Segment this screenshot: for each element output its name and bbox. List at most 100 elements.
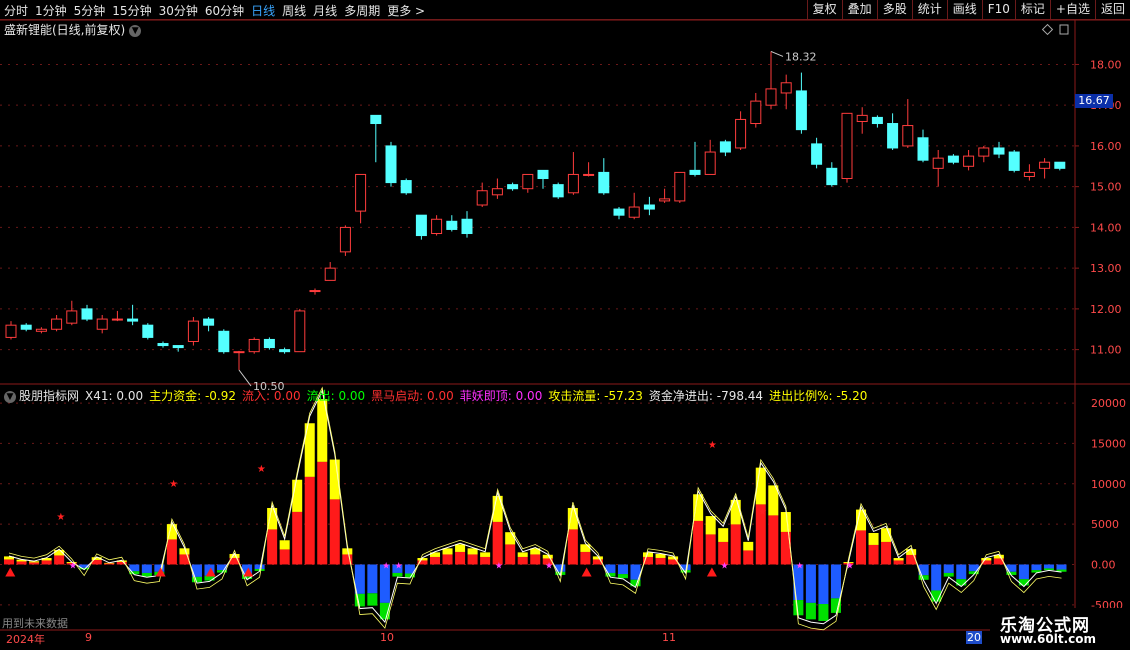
candle-down [507,184,519,190]
indicator-bar-blue [141,564,152,573]
high-marker [770,50,784,57]
indicator-bar-blue [680,564,691,571]
indicator-bar-blue [1006,564,1017,572]
candle-up [233,351,245,354]
indicator-bar-red [467,554,478,565]
indicator-bar-yellow [179,548,190,555]
candle-up [583,173,595,176]
indicator-bar-red [292,511,303,565]
indicator-bar-red [530,554,541,565]
price-tick-label: 15.00 [1090,181,1122,194]
indicator-bar-green [617,574,628,579]
indicator-bar-red [317,461,328,565]
candle-down [947,155,959,163]
candle-up [187,320,199,342]
candle-up [339,226,351,253]
price-tick-label: 13.00 [1090,262,1122,275]
indicator-tick-label: 20000 [1091,397,1126,410]
candle-down [993,147,1005,155]
indicator-bar-blue [805,564,816,603]
indicator-bar-green [1043,568,1054,571]
indicator-bar-blue [617,564,628,575]
candle-down [613,208,625,216]
indicator-bar-red [655,557,666,565]
indicator-bar-yellow [279,540,290,550]
candle-up [659,198,671,202]
indicator-bar-green [204,575,215,581]
indicator-bar-yellow [906,549,917,555]
indicator-field: 菲妖即顶: 0.00 [459,389,543,403]
price-tick-label: 14.00 [1090,221,1122,234]
price-tick-label: 18.00 [1090,58,1122,71]
indicator-bar-yellow [718,528,729,542]
indicator-bar-green [793,600,804,616]
indicator-bar-green [818,604,829,621]
date-label-year: 2024年 [6,633,45,646]
magenta-star-signal: ★ [846,561,854,571]
candle-down [643,204,655,210]
candle-down [446,220,458,230]
candle-down [415,214,427,237]
candle-up [932,157,944,169]
candle-up [1023,171,1035,177]
indicator-bar-red [4,559,15,565]
high-label: 18.32 [785,50,817,63]
indicator-bar-red [580,551,591,565]
indicator-bar-red [868,544,879,565]
indicator-bar-red [455,551,466,565]
indicator-bar-yellow [442,548,453,555]
date-label-current: 20 [966,631,982,644]
indicator-bar-red [693,520,704,565]
candle-down [20,324,32,330]
star-signal: ★ [56,512,65,523]
star-signal: ★ [708,440,717,451]
candle-down [537,169,549,180]
indicator-line-2 [8,386,1062,631]
candle-up [704,151,716,175]
indicator-bar-blue [918,564,929,576]
indicator-bar-blue [943,564,954,573]
candle-down [370,114,382,125]
indicator-name: 股朋指标网 [19,389,80,403]
window-icon [1059,24,1069,35]
indicator-field: X41: 0.00 [85,389,144,403]
candle-up [355,173,367,212]
candle-up [522,173,534,190]
star-signal: ★ [758,507,767,518]
indicator-field: 攻击流量: -57.23 [548,389,643,403]
candle-up [978,147,990,157]
candle-up [431,218,443,235]
chevron-down-icon[interactable]: ▼ [4,390,16,403]
indicator-bar-blue [1031,564,1042,571]
watermark-url: www.60lt.com [1000,632,1097,646]
candle-down [552,184,564,198]
candle-up [96,318,108,330]
indicator-bar-red [104,563,115,565]
indicator-bar-red [430,556,441,565]
indicator-bar-blue [1018,564,1029,580]
indicator-tick-label: 0.00 [1091,558,1116,571]
date-axis: 2024年 9 10 11 20 [0,630,1130,650]
indicator-line [8,389,1062,625]
candle-up [780,82,792,94]
indicator-bar-red [480,556,491,565]
indicator-bar-yellow [467,548,478,555]
date-label-nov: 11 [662,631,676,644]
indicator-bar-green [805,602,816,620]
magenta-star-signal: ★ [382,561,390,571]
indicator-field: 主力资金: -0.92 [149,389,237,403]
candle-up [476,190,488,206]
indicator-bar-red [492,521,503,565]
stock-chart-svg[interactable]: 18.0017.0016.0015.0014.0013.0012.0011.00… [0,0,1130,650]
candle-down [689,169,701,175]
indicator-bar-red [856,530,867,565]
future-data-note: 用到未来数据 [2,617,68,630]
magenta-star-signal: ★ [796,561,804,571]
magenta-star-signal: ★ [495,561,503,571]
candle-up [735,118,747,149]
indicator-field: 流出: 0.00 [306,389,366,403]
indicator-bar-yellow [480,552,491,557]
candle-up [309,290,321,293]
current-price-tag: 16.67 [1075,94,1113,108]
candle-up [5,324,17,338]
